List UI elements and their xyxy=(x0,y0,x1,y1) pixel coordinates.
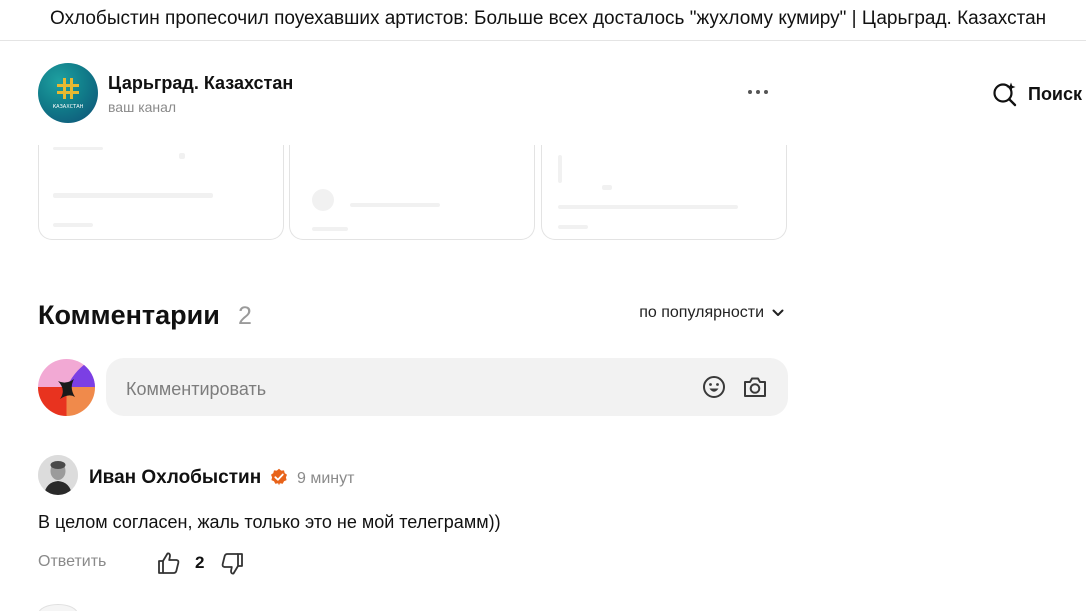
card-placeholder xyxy=(53,193,213,198)
related-card[interactable] xyxy=(541,145,787,240)
card-placeholder xyxy=(350,203,440,207)
search-button[interactable]: Поиск xyxy=(992,80,1082,108)
comment-composer: Комментировать xyxy=(38,358,788,416)
comment-actions: Ответить 2 xyxy=(38,550,338,576)
channel-logo-icon: КАЗАХСТАН xyxy=(53,78,84,110)
comment-input-placeholder: Комментировать xyxy=(126,379,267,399)
channel-name[interactable]: Царьград. Казахстан xyxy=(108,73,293,94)
card-placeholder xyxy=(602,185,612,190)
comment-item: Иван Охлобыстин 9 минут В целом согласен… xyxy=(38,455,788,585)
channel-header: КАЗАХСТАН Царьград. Казахстан ваш канал … xyxy=(0,42,1086,145)
thumbs-up-icon[interactable] xyxy=(156,550,182,576)
next-comment-avatar[interactable] xyxy=(38,604,78,611)
sort-select[interactable]: по популярности xyxy=(639,304,784,322)
card-placeholder xyxy=(558,225,588,229)
card-placeholder xyxy=(558,155,562,183)
user-avatar-image xyxy=(38,359,95,416)
search-label: Поиск xyxy=(1028,83,1083,104)
related-cards xyxy=(38,145,788,241)
chevron-down-icon xyxy=(772,309,784,316)
related-card[interactable] xyxy=(38,145,284,240)
emoji-icon[interactable] xyxy=(702,375,726,399)
search-sparkle-icon xyxy=(993,82,1017,107)
channel-logo[interactable]: КАЗАХСТАН xyxy=(38,63,98,123)
related-card[interactable] xyxy=(289,145,535,240)
thumbs-down-icon[interactable] xyxy=(219,551,245,577)
channel-logo-text: КАЗАХСТАН xyxy=(53,104,84,110)
author-avatar-image xyxy=(38,455,78,495)
comment-time: 9 минут xyxy=(297,470,355,487)
card-placeholder xyxy=(312,189,334,211)
comment-input[interactable]: Комментировать xyxy=(106,358,788,416)
sort-label: по популярности xyxy=(639,304,764,321)
verified-badge-icon xyxy=(271,468,287,486)
more-options-button[interactable] xyxy=(740,80,776,104)
channel-subtitle: ваш канал xyxy=(108,99,177,115)
comments-count: 2 xyxy=(238,302,252,330)
comment-author[interactable]: Иван Охлобыстин xyxy=(89,467,261,489)
camera-icon[interactable] xyxy=(742,374,768,400)
page-title: Охлобыстин пропесочил поуехавших артисто… xyxy=(50,8,1047,29)
comment-text: В целом согласен, жаль только это не мой… xyxy=(38,512,501,532)
more-dot xyxy=(756,90,760,94)
comments-header: Комментарии 2 по популярности xyxy=(38,300,788,336)
page-title-bar: Охлобыстин пропесочил поуехавших артисто… xyxy=(0,0,1086,41)
like-count: 2 xyxy=(195,553,205,572)
card-placeholder xyxy=(53,147,103,150)
user-avatar[interactable] xyxy=(38,359,95,416)
reply-button[interactable]: Ответить xyxy=(38,553,106,571)
card-placeholder xyxy=(312,227,348,231)
card-placeholder xyxy=(558,205,738,209)
more-dot xyxy=(764,90,768,94)
comments-title: Комментарии xyxy=(38,300,220,330)
card-placeholder xyxy=(53,223,93,227)
author-avatar[interactable] xyxy=(38,455,78,495)
card-placeholder xyxy=(179,153,185,159)
more-dots-icon xyxy=(748,90,752,94)
